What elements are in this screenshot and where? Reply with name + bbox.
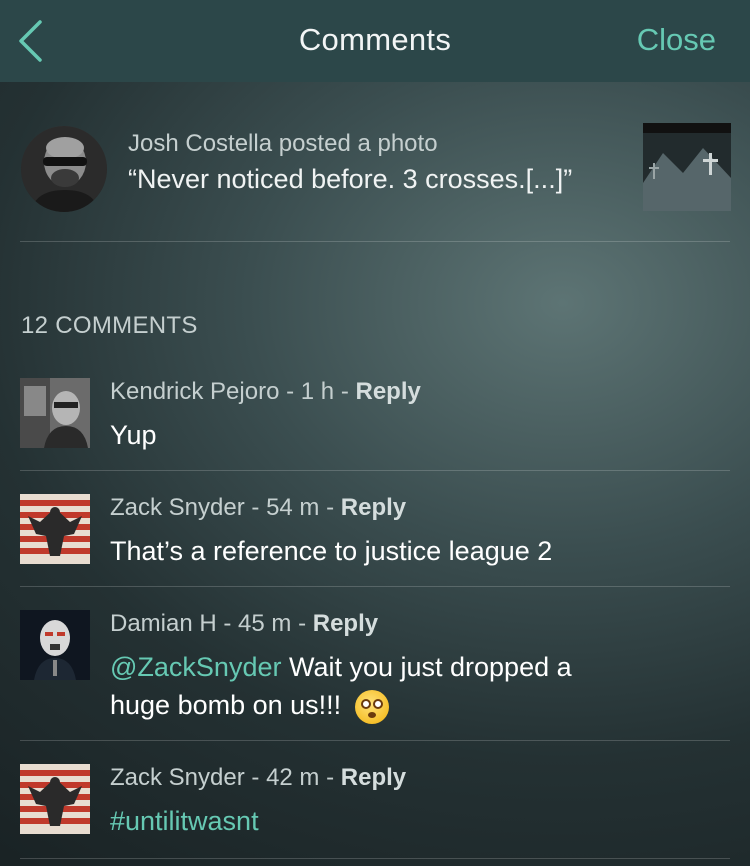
separator: - — [251, 764, 267, 791]
comment-item: Zack Snyder - 54 m - Reply That’s a refe… — [20, 494, 730, 580]
comment-author[interactable]: Kendrick Pejoro — [110, 378, 279, 405]
reply-button[interactable]: Reply — [341, 494, 406, 521]
separator: - — [340, 378, 356, 405]
reply-button[interactable]: Reply — [355, 378, 420, 405]
separator: - — [286, 378, 301, 405]
comment-text-line1: Wait you just dropped a — [281, 652, 572, 682]
post-thumbnail[interactable] — [643, 123, 731, 211]
comment-author[interactable]: Zack Snyder — [110, 494, 245, 521]
comment-author[interactable]: Damian H — [110, 610, 217, 637]
divider — [20, 241, 730, 242]
photo-thumbnail-image — [643, 123, 731, 211]
masked-figure-avatar-image — [20, 610, 90, 680]
comment-text: That’s a reference to justice league 2 — [110, 536, 553, 566]
comment-text: #untilitwasnt — [110, 802, 710, 840]
reply-button[interactable]: Reply — [341, 764, 406, 791]
divider — [20, 858, 730, 859]
flag-eagle-avatar-image — [20, 764, 90, 834]
separator: - — [326, 494, 341, 521]
comment-time: 1 h — [300, 378, 335, 405]
comment-text-line2: huge bomb on us!!! — [110, 690, 342, 720]
separator: - — [326, 764, 341, 791]
comment-author[interactable]: Zack Snyder — [110, 764, 245, 791]
nav-bar: Comments Close — [0, 0, 750, 82]
reply-button[interactable]: Reply — [313, 610, 378, 637]
post-summary[interactable]: Josh Costella posted a photo “Never noti… — [21, 118, 731, 242]
person-avatar-image — [21, 126, 107, 212]
avatar[interactable] — [21, 126, 107, 212]
hashtag-link[interactable]: #untilitwasnt — [110, 806, 259, 836]
comment-item: Zack Snyder - 42 m - Reply #untilitwasnt — [20, 764, 730, 854]
flag-eagle-avatar-image — [20, 494, 90, 564]
comment-time: 54 m — [266, 494, 320, 521]
comment-time: 45 m — [238, 610, 292, 637]
flushed-face-icon — [354, 689, 389, 724]
avatar[interactable] — [20, 494, 90, 564]
avatar[interactable] — [20, 610, 90, 680]
comment-header: Damian H - 45 m - Reply — [110, 610, 378, 638]
comment-time: 42 m — [266, 764, 320, 791]
close-button[interactable]: Close — [637, 22, 716, 58]
comment-text: @ZackSnyder Wait you just dropped a huge… — [110, 648, 710, 724]
comment-header: Zack Snyder - 54 m - Reply — [110, 494, 406, 522]
comment-item: Kendrick Pejoro - 1 h - Reply Yup — [20, 378, 730, 464]
comment-text: Yup — [110, 420, 157, 450]
comment-item: Damian H - 45 m - Reply @ZackSnyder Wait… — [20, 610, 730, 734]
avatar[interactable] — [20, 378, 90, 448]
separator: - — [251, 494, 267, 521]
post-caption: “Never noticed before. 3 crosses.[...]” — [128, 164, 573, 194]
divider — [20, 586, 730, 587]
post-meta: Josh Costella posted a photo — [128, 130, 438, 157]
comment-header: Zack Snyder - 42 m - Reply — [110, 764, 406, 792]
divider — [20, 740, 730, 741]
comments-count: 12 COMMENTS — [21, 312, 198, 339]
mention-link[interactable]: @ZackSnyder — [110, 652, 281, 682]
avatar[interactable] — [20, 764, 90, 834]
comment-header: Kendrick Pejoro - 1 h - Reply — [110, 378, 421, 406]
divider — [20, 470, 730, 471]
separator: - — [223, 610, 239, 637]
kendrick-avatar-image — [20, 378, 90, 448]
separator: - — [298, 610, 313, 637]
